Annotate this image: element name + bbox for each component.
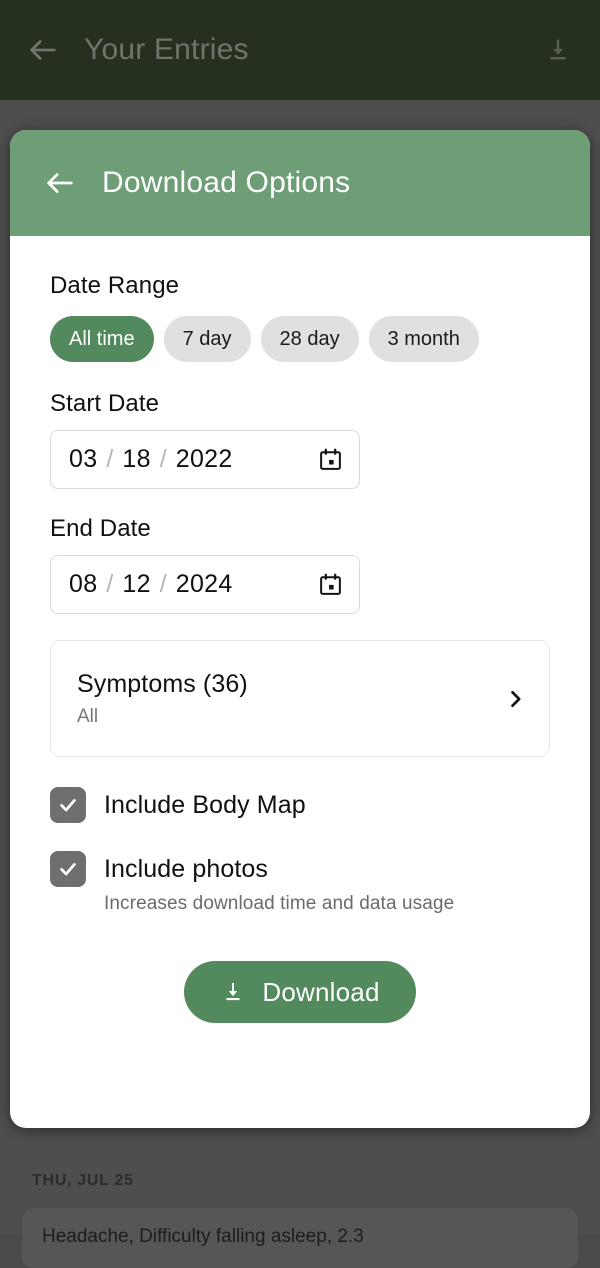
end-date-input[interactable]: 08 / 12 / 2024 — [50, 555, 360, 614]
app-title: Your Entries — [84, 33, 249, 66]
chip-all-time[interactable]: All time — [50, 316, 154, 362]
include-body-map-checkbox[interactable] — [50, 787, 86, 823]
back-arrow-icon[interactable] — [22, 29, 64, 71]
download-icon[interactable] — [538, 30, 578, 70]
symptoms-selector[interactable]: Symptoms (36) All — [50, 640, 550, 757]
calendar-icon[interactable] — [317, 572, 343, 598]
download-button-label: Download — [262, 976, 380, 1007]
end-date-separator-2: / — [159, 570, 167, 598]
calendar-icon[interactable] — [317, 447, 343, 473]
entry-card[interactable]: Headache, Difficulty falling asleep, 2.3 — [22, 1208, 578, 1268]
include-photos-row[interactable]: Include photos — [50, 851, 550, 887]
download-options-dialog: Download Options Date Range All time 7 d… — [10, 130, 590, 1128]
start-date-year[interactable]: 2022 — [176, 445, 233, 474]
chip-3-month-label: 3 month — [387, 327, 460, 350]
include-body-map-row[interactable]: Include Body Map — [50, 787, 550, 823]
chip-28-day[interactable]: 28 day — [260, 316, 359, 362]
dialog-title: Download Options — [102, 166, 351, 199]
include-photos-label: Include photos — [104, 854, 269, 883]
chip-3-month[interactable]: 3 month — [368, 316, 479, 362]
dialog-header: Download Options — [10, 130, 590, 236]
include-photos-helper-text: Increases download time and data usage — [104, 893, 455, 914]
chip-7-day[interactable]: 7 day — [163, 316, 251, 362]
dialog-body: Date Range All time 7 day 28 day 3 month… — [10, 236, 590, 1128]
start-date-separator-2: / — [159, 445, 167, 473]
end-date-label: End Date — [50, 515, 151, 542]
end-date-separator-1: / — [106, 570, 114, 598]
start-date-separator-1: / — [106, 445, 114, 473]
chip-all-time-label: All time — [69, 327, 135, 350]
include-body-map-label: Include Body Map — [104, 790, 306, 819]
start-date-month[interactable]: 03 — [69, 445, 97, 474]
end-date-day[interactable]: 12 — [122, 570, 150, 599]
entry-card-preview: Headache, Difficulty falling asleep, 2.3 — [42, 1226, 364, 1247]
symptoms-title: Symptoms (36) — [77, 669, 248, 698]
date-range-label: Date Range — [50, 272, 180, 299]
chip-28-day-label: 28 day — [279, 327, 340, 350]
start-date-input[interactable]: 03 / 18 / 2022 — [50, 430, 360, 489]
date-range-chip-group: All time 7 day 28 day 3 month — [50, 316, 550, 362]
app-header: Your Entries — [0, 0, 600, 100]
symptoms-subtitle: All — [77, 705, 99, 727]
start-date-label: Start Date — [50, 390, 160, 417]
download-button-container: Download — [50, 961, 550, 1023]
chevron-right-icon — [503, 687, 527, 711]
entries-date-header: THU, JUL 25 — [32, 1172, 134, 1189]
chip-7-day-label: 7 day — [182, 327, 232, 350]
dialog-back-arrow-icon[interactable] — [40, 163, 80, 203]
include-photos-checkbox[interactable] — [50, 851, 86, 887]
download-button[interactable]: Download — [184, 961, 416, 1023]
symptoms-texts: Symptoms (36) All — [77, 670, 503, 728]
end-date-month[interactable]: 08 — [69, 570, 97, 599]
end-date-year[interactable]: 2024 — [176, 570, 233, 599]
download-icon — [220, 979, 246, 1005]
start-date-day[interactable]: 18 — [122, 445, 150, 474]
